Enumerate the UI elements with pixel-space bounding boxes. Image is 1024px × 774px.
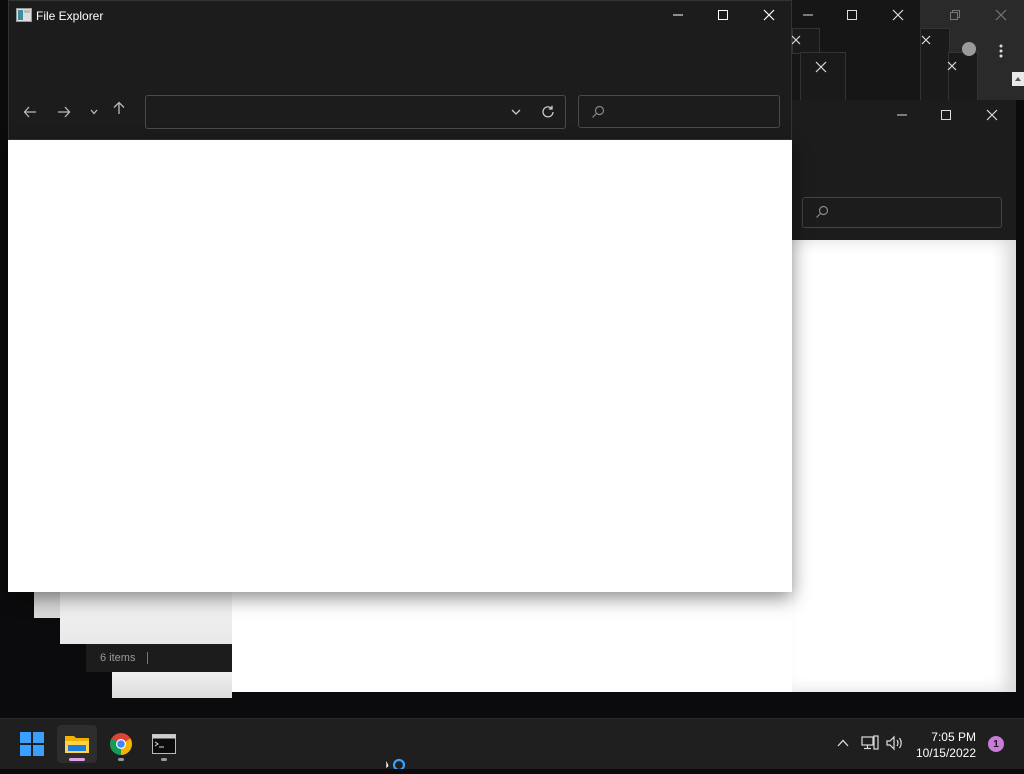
ghost-statusbar: 6 items <box>86 644 232 672</box>
maximize-button[interactable] <box>705 2 741 28</box>
recent-locations-button[interactable] <box>86 102 102 122</box>
taskbar-chrome[interactable] <box>101 725 141 763</box>
scrollbar-up-arrow[interactable] <box>1012 72 1024 86</box>
second-window-content-right <box>792 240 1016 692</box>
window-title: File Explorer <box>36 9 104 23</box>
close-icon <box>763 9 775 21</box>
bg-maximize-icon[interactable] <box>840 4 864 26</box>
second-minimize-icon[interactable] <box>890 104 914 126</box>
network-button[interactable] <box>860 733 880 753</box>
start-button[interactable] <box>12 725 52 763</box>
address-dropdown-button[interactable] <box>506 102 526 122</box>
cascade-close-icon-4[interactable] <box>942 56 962 76</box>
arrow-right-icon <box>58 106 71 118</box>
volume-button[interactable] <box>885 733 905 753</box>
cascade-close-icon-3[interactable] <box>916 30 936 50</box>
chevron-up-icon <box>837 739 849 747</box>
notification-count: 1 <box>993 738 999 750</box>
file-explorer-content <box>8 140 792 592</box>
clock-date: 10/15/2022 <box>915 746 976 760</box>
second-search-icon <box>815 205 829 224</box>
status-divider <box>147 652 148 664</box>
file-explorer-app-icon <box>16 8 32 22</box>
taskbar-file-explorer[interactable] <box>57 725 97 763</box>
forward-button[interactable] <box>52 100 76 124</box>
arrow-left-icon <box>23 106 36 118</box>
search-icon <box>591 105 605 124</box>
busy-cursor-icon <box>385 756 408 772</box>
arrow-up-icon <box>113 101 125 114</box>
status-item-count: 6 items <box>100 652 136 664</box>
bg-close-icon[interactable] <box>886 4 910 26</box>
taskbar-terminal[interactable] <box>144 725 184 763</box>
bg-close-icon-2[interactable] <box>990 4 1012 26</box>
second-maximize-icon[interactable] <box>934 104 958 126</box>
maximize-icon <box>718 10 728 20</box>
running-app-indicator <box>161 758 167 761</box>
search-box[interactable] <box>578 95 780 128</box>
volume-icon <box>886 735 902 751</box>
minimize-icon <box>673 14 683 16</box>
back-button[interactable] <box>18 100 42 124</box>
chevron-down-icon <box>90 109 98 115</box>
chrome-profile-avatar[interactable] <box>962 42 976 56</box>
up-button[interactable] <box>108 96 130 120</box>
more-options-icon[interactable] <box>998 44 1004 58</box>
notification-badge[interactable]: 1 <box>988 736 1004 752</box>
address-bar[interactable] <box>145 95 566 129</box>
network-icon <box>861 735 879 750</box>
bg-minimize-icon[interactable] <box>796 4 820 26</box>
running-app-indicator <box>118 758 124 761</box>
clock[interactable]: 7:05 PM 10/15/2022 <box>916 729 976 761</box>
show-hidden-icons-button[interactable] <box>834 733 852 753</box>
terminal-icon <box>152 734 176 754</box>
ghost-window-3 <box>112 672 232 698</box>
active-app-indicator <box>69 758 85 761</box>
chrome-icon <box>110 733 132 755</box>
cascade-close-icon-2[interactable] <box>810 56 832 78</box>
close-button[interactable] <box>751 2 787 28</box>
chevron-down-icon <box>511 109 521 115</box>
refresh-button[interactable] <box>538 102 558 122</box>
taskbar: 7:05 PM 10/15/2022 1 <box>0 718 1024 769</box>
folder-icon <box>65 736 89 753</box>
clock-time: 7:05 PM <box>931 730 976 744</box>
second-close-icon[interactable] <box>980 104 1004 126</box>
minimize-button[interactable] <box>660 2 696 28</box>
bg-restore-icon[interactable] <box>944 4 966 26</box>
refresh-icon <box>542 105 554 118</box>
second-search-box[interactable] <box>802 197 1002 228</box>
ghost-window-2 <box>60 592 232 644</box>
windows-start-icon <box>20 732 44 756</box>
